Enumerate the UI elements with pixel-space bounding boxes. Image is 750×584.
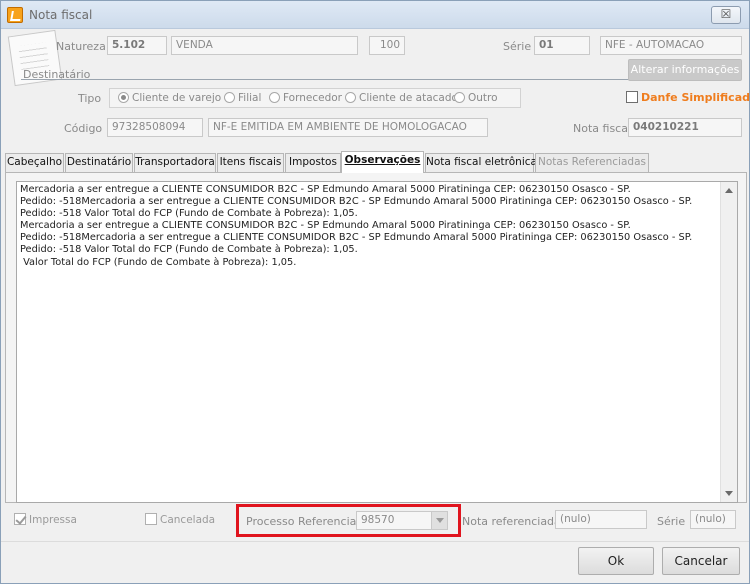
footer-serie-label: Série	[657, 515, 686, 528]
codigo-label: Código	[64, 122, 103, 135]
impressa-checkbox[interactable]: Impressa	[14, 513, 77, 526]
checkbox-icon	[626, 91, 638, 103]
nota-fiscal-window: Nota fiscal ☒ Natureza 5.102 VENDA 100 S…	[0, 0, 750, 584]
chevron-down-icon[interactable]	[431, 512, 447, 529]
observacao-line: Pedido: -518 Valor Total do FCP (Fundo d…	[20, 208, 358, 220]
tab-itens-fiscais[interactable]: Itens fiscais	[217, 153, 284, 172]
tab-destinatario[interactable]: Destinatário	[65, 153, 133, 172]
tab-transportadora[interactable]: Transportadora	[134, 153, 216, 172]
natureza-num-field[interactable]: 100	[369, 36, 405, 55]
close-button[interactable]: ☒	[711, 6, 741, 24]
alterar-informacoes-button[interactable]: Alterar informações	[628, 59, 742, 81]
tab-observacoes[interactable]: Observações	[341, 151, 424, 173]
observacoes-panel: Mercadoria a ser entregue a CLIENTE CONS…	[5, 172, 747, 503]
serie-desc-field[interactable]: NFE - AUTOMACAO	[600, 36, 742, 55]
radio-dot-icon	[224, 92, 235, 103]
natureza-label: Natureza	[56, 40, 106, 53]
observacao-line: Mercadoria a ser entregue a CLIENTE CONS…	[20, 184, 631, 195]
checkbox-icon	[145, 513, 157, 525]
radio-cliente-varejo[interactable]: Cliente de varejo	[118, 92, 221, 104]
app-icon	[7, 7, 23, 23]
codigo-desc-field[interactable]: NF-E EMITIDA EM AMBIENTE DE HOMOLOGACAO	[208, 118, 488, 137]
radio-outro[interactable]: Outro	[454, 92, 498, 104]
processo-referenciado-select[interactable]: 98570	[356, 511, 448, 530]
footer-divider	[1, 541, 749, 542]
observacao-line: Pedido: -518Mercadoria a ser entregue a …	[20, 232, 693, 244]
window-title: Nota fiscal	[29, 8, 93, 22]
observacao-line: Pedido: -518Mercadoria a ser entregue a …	[20, 196, 693, 208]
cancelada-checkbox[interactable]: Cancelada	[145, 513, 215, 526]
observacoes-textarea[interactable]: Mercadoria a ser entregue a CLIENTE CONS…	[16, 181, 738, 503]
scroll-up-icon[interactable]	[725, 188, 733, 193]
codigo-field[interactable]: 97328508094	[107, 118, 203, 137]
radio-fornecedor[interactable]: Fornecedor	[269, 92, 342, 104]
title-bar: Nota fiscal ☒	[1, 1, 749, 29]
radio-filial[interactable]: Filial	[224, 92, 261, 104]
radio-dot-icon	[345, 92, 356, 103]
tab-nota-fiscal-eletronica[interactable]: Nota fiscal eletrônica	[425, 153, 537, 172]
observacao-line: Pedido: -518 Valor Total do FCP (Fundo d…	[20, 244, 358, 256]
tab-impostos[interactable]: Impostos	[285, 153, 341, 172]
observacao-line: Mercadoria a ser entregue a CLIENTE CONS…	[20, 220, 631, 232]
tab-cabecalho[interactable]: Cabeçalho	[5, 153, 64, 172]
nota-fiscal-field[interactable]: 040210221	[628, 118, 742, 137]
radio-cliente-atacado[interactable]: Cliente de atacado	[345, 92, 458, 104]
tab-notas-referenciadas: Notas Referenciadas	[535, 153, 649, 172]
serie-field[interactable]: 01	[534, 36, 590, 55]
footer-serie-field[interactable]: (nulo)	[690, 510, 736, 529]
nota-referenciada-field[interactable]: (nulo)	[555, 510, 647, 529]
observacao-line: Valor Total do FCP (Fundo de Combate à P…	[20, 256, 297, 268]
cancelar-button[interactable]: Cancelar	[662, 547, 740, 575]
radio-dot-icon	[454, 92, 465, 103]
natureza-code-field[interactable]: 5.102	[107, 36, 167, 55]
danfe-simplificado-checkbox[interactable]: Danfe Simplificado	[626, 91, 750, 104]
checkbox-icon	[14, 513, 26, 525]
vertical-scrollbar[interactable]	[720, 182, 737, 502]
processo-referenciado-label: Processo Referenciado:	[246, 515, 374, 528]
nota-referenciada-label: Nota referenciada	[462, 515, 561, 528]
scroll-down-icon[interactable]	[725, 491, 733, 496]
tipo-label: Tipo	[78, 92, 102, 105]
natureza-desc-field[interactable]: VENDA	[171, 36, 358, 55]
ok-button[interactable]: Ok	[578, 547, 654, 575]
tipo-radio-group: Cliente de varejo Filial Fornecedor Clie…	[109, 88, 521, 108]
serie-label: Série	[503, 40, 532, 53]
nota-fiscal-label: Nota fiscal	[573, 122, 632, 135]
close-icon: ☒	[720, 7, 732, 21]
radio-dot-icon	[269, 92, 280, 103]
observacoes-text: Mercadoria a ser entregue a CLIENTE CONS…	[20, 184, 719, 269]
radio-dot-icon	[118, 92, 129, 103]
